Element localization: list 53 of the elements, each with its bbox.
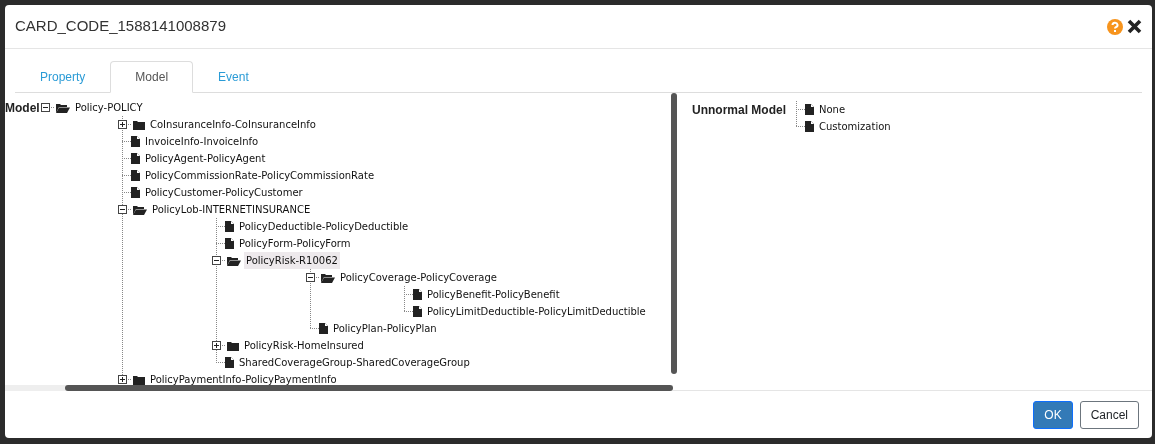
tree-node[interactable]: Policy-POLICY	[73, 99, 145, 116]
tree-node[interactable]: CoInsuranceInfo-CoInsuranceInfo	[148, 116, 318, 133]
tree-node[interactable]: PolicyPaymentInfo-PolicyPaymentInfo	[148, 371, 339, 385]
tree-node[interactable]: InvoiceInfo-InvoiceInfo	[143, 133, 261, 150]
tree-label: Model	[5, 100, 41, 117]
tree-node[interactable]: PolicyBenefit-PolicyBenefit	[425, 286, 562, 303]
open-folder-icon	[321, 272, 335, 283]
file-icon	[131, 170, 140, 181]
tree-node[interactable]: PolicyDeductible-PolicyDeductible	[237, 218, 411, 235]
expand-toggle[interactable]	[118, 375, 127, 384]
folder-icon	[227, 340, 239, 351]
dialog-title: CARD_CODE_1588141008879	[15, 16, 227, 37]
file-icon	[225, 357, 234, 368]
tree-node[interactable]: PolicyLob-INTERNETINSURANCE	[150, 201, 313, 218]
ok-button[interactable]: OK	[1033, 400, 1073, 429]
open-folder-icon	[133, 204, 147, 215]
tree-node[interactable]: PolicyCommissionRate-PolicyCommissionRate	[143, 167, 377, 184]
file-icon	[131, 153, 140, 164]
file-icon	[413, 306, 422, 317]
tree-node[interactable]: PolicyCoverage-PolicyCoverage	[338, 269, 499, 286]
collapse-toggle[interactable]	[306, 273, 315, 282]
horizontal-scrollbar[interactable]	[5, 385, 673, 391]
file-icon	[225, 238, 234, 249]
file-icon	[225, 221, 234, 232]
file-icon	[805, 104, 814, 115]
tree-label: Unnormal Model	[692, 102, 787, 119]
open-folder-icon	[227, 255, 241, 266]
vertical-scrollbar[interactable]	[671, 93, 677, 374]
cancel-button[interactable]: Cancel	[1079, 400, 1139, 429]
tree-node[interactable]: PolicyCustomer-PolicyCustomer	[143, 184, 305, 201]
collapse-toggle[interactable]	[118, 205, 127, 214]
tree-node[interactable]: PolicyAgent-PolicyAgent	[143, 150, 268, 167]
file-icon	[319, 323, 328, 334]
collapse-toggle[interactable]	[212, 256, 221, 265]
tree-node[interactable]: None	[817, 101, 848, 118]
tree-node[interactable]: PolicyLimitDeductible-PolicyLimitDeductible	[425, 303, 648, 320]
expand-toggle[interactable]	[212, 341, 221, 350]
tree-node[interactable]: PolicyPlan-PolicyPlan	[331, 320, 439, 337]
folder-icon	[133, 119, 145, 130]
file-icon	[413, 289, 422, 300]
close-icon[interactable]	[1127, 19, 1142, 34]
open-folder-icon	[56, 102, 70, 113]
expand-toggle[interactable]	[118, 120, 127, 129]
collapse-toggle[interactable]	[41, 103, 50, 112]
file-icon	[131, 136, 140, 147]
file-icon	[131, 187, 140, 198]
tree-node[interactable]: PolicyRisk-HomeInsured	[242, 337, 366, 354]
tree-node[interactable]: SharedCoverageGroup-SharedCoverageGroup	[237, 354, 472, 371]
tree-node[interactable]: PolicyRisk-R10062	[244, 252, 340, 269]
tab[interactable]: Model	[110, 61, 194, 93]
file-icon	[805, 121, 814, 132]
tree-node[interactable]: PolicyForm-PolicyForm	[237, 235, 353, 252]
tree-node[interactable]: Customization	[817, 118, 893, 135]
